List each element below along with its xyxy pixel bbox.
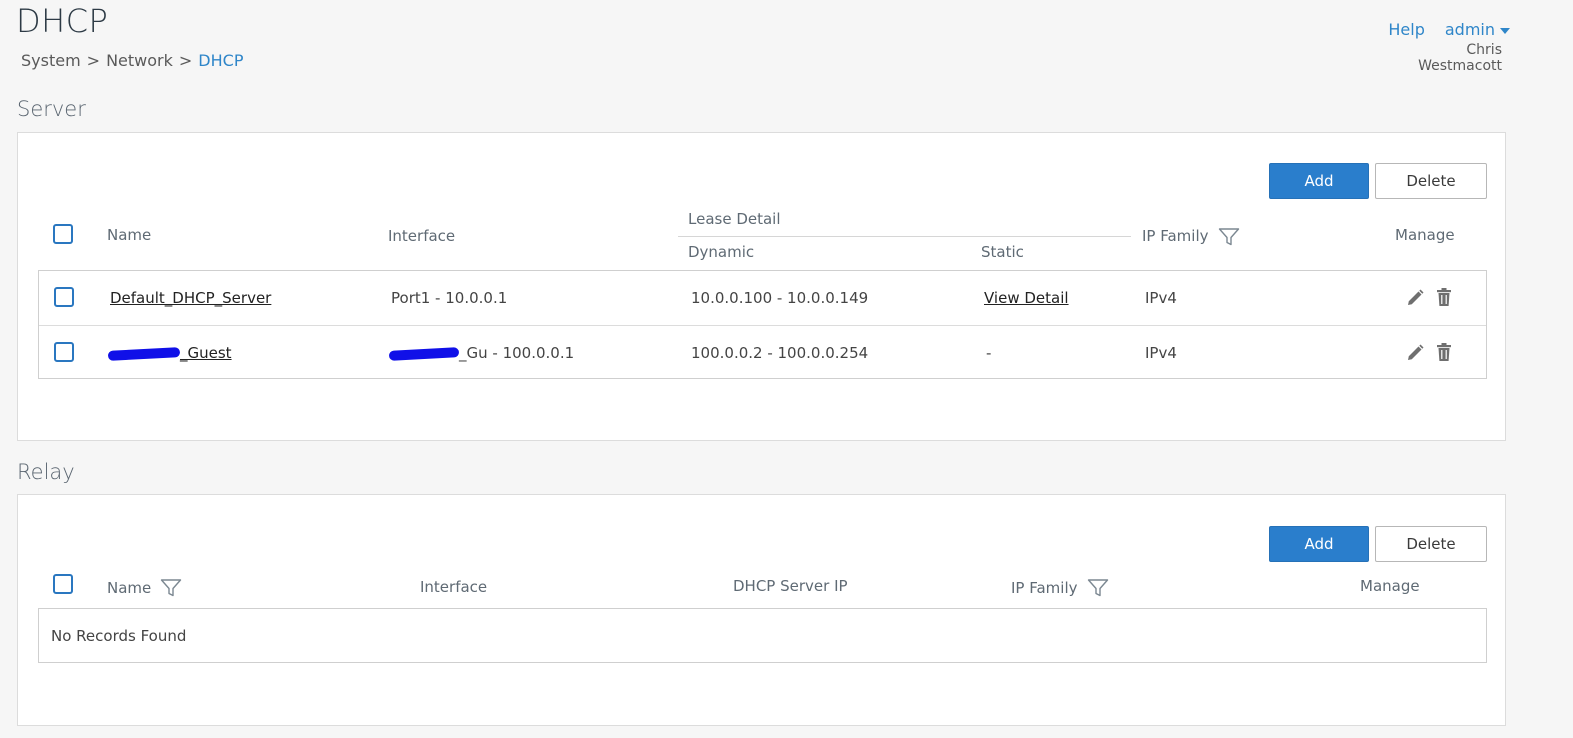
server-section-title: Server [17,97,86,121]
server-interface: _Gu - 100.0.0.1 [459,344,575,362]
relay-section-title: Relay [17,460,75,484]
filter-icon[interactable] [1218,227,1240,247]
server-col-dynamic: Dynamic [688,243,755,261]
server-ip-family: IPv4 [1145,289,1177,307]
table-row: _Guest _Gu - 100.0.0.1 100.0.0.2 - 100.0… [39,325,1486,379]
admin-label: admin [1444,20,1495,39]
server-dynamic-range: 10.0.0.100 - 10.0.0.149 [691,289,869,307]
filter-icon[interactable] [160,578,182,598]
lease-detail-divider [678,236,1131,237]
server-add-button[interactable]: Add [1269,163,1369,199]
trash-icon[interactable] [1434,342,1454,362]
server-col-interface: Interface [388,227,456,245]
relay-delete-button[interactable]: Delete [1375,526,1487,562]
relay-add-button[interactable]: Add [1269,526,1369,562]
server-dynamic-range: 100.0.0.2 - 100.0.0.254 [691,344,869,362]
server-panel: Add Delete Name Interface Lease Detail D… [17,132,1506,441]
trash-icon[interactable] [1434,287,1454,307]
server-table: Default_DHCP_Server Port1 - 10.0.0.1 10.… [38,270,1487,379]
server-name-link[interactable]: _Guest [180,344,232,362]
breadcrumb-system[interactable]: System [21,51,81,70]
caret-down-icon [1500,27,1510,34]
relay-col-interface: Interface [420,578,488,596]
relay-col-dhcp-server-ip: DHCP Server IP [733,577,848,595]
redaction-mark [388,347,460,361]
user-menu-area: Help admin Chris Westmacott [1380,20,1510,74]
server-name-link[interactable]: Default_DHCP_Server [110,289,271,307]
row-checkbox[interactable] [54,287,74,307]
server-select-all-checkbox[interactable] [53,224,73,244]
pencil-icon[interactable] [1405,343,1425,363]
relay-table: No Records Found [38,608,1487,663]
breadcrumb: System > Network > DHCP [21,51,243,70]
server-delete-button[interactable]: Delete [1375,163,1487,199]
admin-dropdown[interactable]: admin [1445,20,1510,39]
filter-icon[interactable] [1087,578,1109,598]
server-col-name: Name [107,226,152,244]
server-col-ip-family: IP Family [1142,227,1209,245]
row-checkbox[interactable] [54,342,74,362]
relay-col-manage: Manage [1360,577,1420,595]
table-row: Default_DHCP_Server Port1 - 10.0.0.1 10.… [39,271,1486,325]
pencil-icon[interactable] [1405,288,1425,308]
server-ip-family: IPv4 [1145,344,1177,362]
server-col-lease-detail: Lease Detail [688,210,781,228]
server-col-static: Static [981,243,1024,261]
relay-select-all-checkbox[interactable] [53,574,73,594]
server-col-manage: Manage [1395,226,1455,244]
help-link[interactable]: Help [1388,20,1424,39]
page-title: DHCP [16,2,109,40]
redaction-mark [107,347,181,361]
breadcrumb-separator: > [86,51,101,70]
server-interface: Port1 - 10.0.0.1 [391,289,508,307]
relay-col-ip-family: IP Family [1011,579,1078,597]
server-static-value: - [986,344,992,362]
empty-state-message: No Records Found [51,627,187,645]
breadcrumb-separator: > [178,51,193,70]
view-detail-link[interactable]: View Detail [984,289,1069,307]
breadcrumb-current: DHCP [198,51,244,70]
user-name: Chris Westmacott [1418,42,1502,74]
relay-col-name: Name [107,579,152,597]
breadcrumb-network[interactable]: Network [106,51,173,70]
relay-panel: Add Delete Name Interface DHCP Server IP… [17,494,1506,726]
